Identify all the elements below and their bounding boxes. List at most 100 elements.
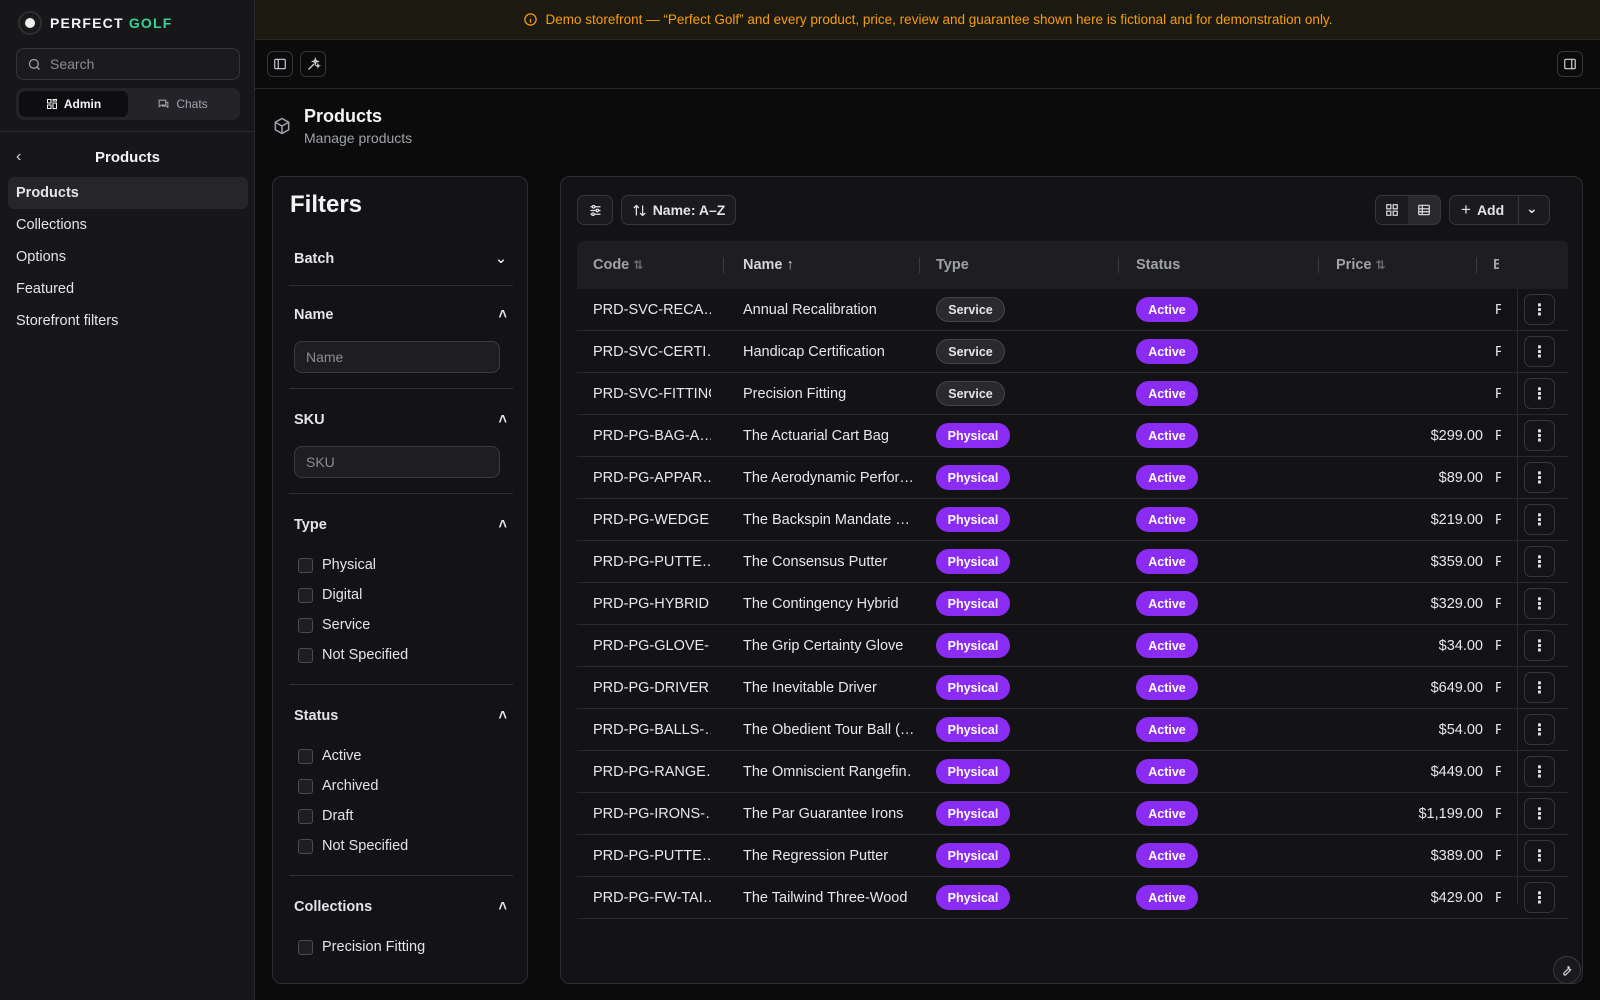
status-not-specified-checkbox[interactable]: Not Specified [298, 838, 408, 854]
sidebar-item-collections[interactable]: Collections [8, 209, 248, 241]
cell-price: $429.00 [1430, 889, 1483, 906]
column-code[interactable]: Code ⇅ [593, 241, 643, 289]
collection-precision-fitting-checkbox[interactable]: Precision Fitting [298, 939, 425, 955]
row-actions-button[interactable]: ⋮ [1524, 546, 1555, 577]
search-input[interactable]: Search [16, 48, 240, 80]
filter-name-header[interactable]: Name ˄ [289, 305, 513, 325]
toggle-sidebar-button[interactable] [267, 51, 293, 77]
table-row[interactable]: PRD-PG-IRONS-… The Par Guarantee Irons Phy… [577, 793, 1568, 835]
brand-logo[interactable]: PERFECT GOLF [18, 10, 173, 36]
cell-truncated: F [1495, 541, 1501, 582]
cell-truncated: F [1495, 793, 1501, 834]
row-actions-button[interactable]: ⋮ [1524, 420, 1555, 451]
cell-code: PRD-PG-BAG-A… [593, 427, 711, 444]
filter-type-header[interactable]: Type ˄ [289, 515, 513, 535]
filter-sku-header[interactable]: SKU ˄ [289, 410, 513, 430]
table-row[interactable]: PRD-SVC-RECA… Annual Recalibration Service… [577, 289, 1568, 331]
status-badge: Active [1136, 843, 1198, 868]
chats-tab[interactable]: Chats [128, 91, 237, 117]
table-row[interactable]: PRD-SVC-FITTING Precision Fitting Service A… [577, 373, 1568, 415]
cell-code: PRD-PG-FW-TAI… [593, 889, 711, 906]
sidebar-nav: Products Collections Options Featured St… [8, 177, 248, 337]
table-row[interactable]: PRD-PG-APPAR… The Aerodynamic Perfor… Phys… [577, 457, 1568, 499]
page-subtitle: Manage products [304, 130, 413, 146]
row-actions-button[interactable]: ⋮ [1524, 756, 1555, 787]
type-badge: Physical [936, 675, 1010, 700]
sidebar-item-featured[interactable]: Featured [8, 273, 248, 305]
column-status[interactable]: Status [1136, 241, 1180, 289]
type-digital-checkbox[interactable]: Digital [298, 587, 362, 603]
filter-batch-header[interactable]: Batch ⌄ [289, 249, 513, 269]
banner-text: Demo storefront — “Perfect Golf” and eve… [545, 12, 1333, 27]
table-row[interactable]: PRD-PG-PUTTE… The Consensus Putter Physica… [577, 541, 1568, 583]
table-row[interactable]: PRD-PG-GLOVE-… The Grip Certainty Glove Ph… [577, 625, 1568, 667]
admin-tab[interactable]: Admin [19, 91, 128, 117]
table-view-button[interactable] [1408, 196, 1440, 224]
add-button[interactable]: + Add [1461, 200, 1504, 220]
status-active-checkbox[interactable]: Active [298, 748, 362, 764]
cell-name: The Obedient Tour Ball (… [743, 721, 913, 738]
ai-sparkle-button[interactable] [300, 51, 326, 77]
sidebar-item-products[interactable]: Products [8, 177, 248, 209]
column-name[interactable]: Name ↑ [743, 241, 794, 289]
table-row[interactable]: PRD-PG-RANGE… The Omniscient Rangefin… Phy… [577, 751, 1568, 793]
row-actions-button[interactable]: ⋮ [1524, 840, 1555, 871]
status-archived-checkbox[interactable]: Archived [298, 778, 378, 794]
app-root: PERFECT GOLF Search Admin Chats ‹ Produc… [0, 0, 1600, 1000]
cell-code: PRD-SVC-CERTI… [593, 343, 711, 360]
table-row[interactable]: PRD-SVC-CERTI… Handicap Certification Serv… [577, 331, 1568, 373]
row-actions-button[interactable]: ⋮ [1524, 714, 1555, 745]
chevron-down-icon: ⌄ [494, 251, 507, 267]
column-type[interactable]: Type [936, 241, 969, 289]
chevron-left-icon[interactable]: ‹ [16, 148, 21, 166]
row-actions-button[interactable]: ⋮ [1524, 672, 1555, 703]
table-row[interactable]: PRD-PG-PUTTE… The Regression Putter Physic… [577, 835, 1568, 877]
toggle-right-panel-button[interactable] [1557, 51, 1583, 77]
cell-name: Precision Fitting [743, 385, 847, 402]
name-filter-input[interactable]: Name [294, 341, 500, 373]
type-physical-checkbox[interactable]: Physical [298, 557, 376, 573]
table-row[interactable]: PRD-PG-WEDGE… The Backspin Mandate … Physi… [577, 499, 1568, 541]
row-actions-button[interactable]: ⋮ [1524, 378, 1555, 409]
more-vertical-icon: ⋮ [1531, 343, 1548, 361]
row-actions-button[interactable]: ⋮ [1524, 630, 1555, 661]
table-row[interactable]: PRD-PG-BAG-A… The Actuarial Cart Bag Physi… [577, 415, 1568, 457]
row-actions-button[interactable]: ⋮ [1524, 798, 1555, 829]
status-draft-checkbox[interactable]: Draft [298, 808, 353, 824]
sparkle-wand-icon [307, 56, 321, 70]
row-actions-button[interactable]: ⋮ [1524, 882, 1555, 913]
type-service-checkbox[interactable]: Service [298, 617, 370, 633]
chevron-down-icon[interactable]: ⌄ [1526, 200, 1538, 217]
sidebar-item-storefront-filters[interactable]: Storefront filters [8, 305, 248, 337]
row-actions-button[interactable]: ⋮ [1524, 588, 1555, 619]
sidebar-item-options[interactable]: Options [8, 241, 248, 273]
sku-filter-input[interactable]: SKU [294, 446, 500, 478]
page-title: Products [304, 106, 383, 126]
table-row[interactable]: PRD-PG-FW-TAI… The Tailwind Three-Wood Phy… [577, 877, 1568, 919]
table-row[interactable]: PRD-PG-HYBRID… The Contingency Hybrid Phys… [577, 583, 1568, 625]
row-actions-button[interactable]: ⋮ [1524, 462, 1555, 493]
grid-view-button[interactable] [1376, 196, 1408, 224]
status-badge: Active [1136, 801, 1198, 826]
filter-status-header[interactable]: Status ˄ [289, 706, 513, 726]
more-vertical-icon: ⋮ [1531, 385, 1548, 403]
sort-button[interactable]: Name: A–Z [621, 195, 736, 225]
column-settings-button[interactable] [577, 195, 613, 225]
row-actions-button[interactable]: ⋮ [1524, 336, 1555, 367]
cell-price: $219.00 [1430, 511, 1483, 528]
filter-collections-header[interactable]: Collections ˄ [289, 897, 513, 917]
wrench-icon[interactable] [1553, 956, 1581, 984]
type-badge: Physical [936, 591, 1010, 616]
cell-truncated: F [1495, 331, 1501, 372]
cell-price [1327, 289, 1483, 330]
row-actions-button[interactable]: ⋮ [1524, 504, 1555, 535]
dashboard-icon [46, 99, 57, 109]
more-vertical-icon: ⋮ [1531, 637, 1548, 655]
row-actions-button[interactable]: ⋮ [1524, 294, 1555, 325]
more-vertical-icon: ⋮ [1531, 301, 1548, 319]
column-price[interactable]: Price ⇅ [1336, 241, 1386, 289]
cell-code: PRD-PG-PUTTE… [593, 553, 711, 570]
table-row[interactable]: PRD-PG-DRIVER… The Inevitable Driver Physi… [577, 667, 1568, 709]
table-row[interactable]: PRD-PG-BALLS-… The Obedient Tour Ball (… P… [577, 709, 1568, 751]
type-not-specified-checkbox[interactable]: Not Specified [298, 647, 408, 663]
